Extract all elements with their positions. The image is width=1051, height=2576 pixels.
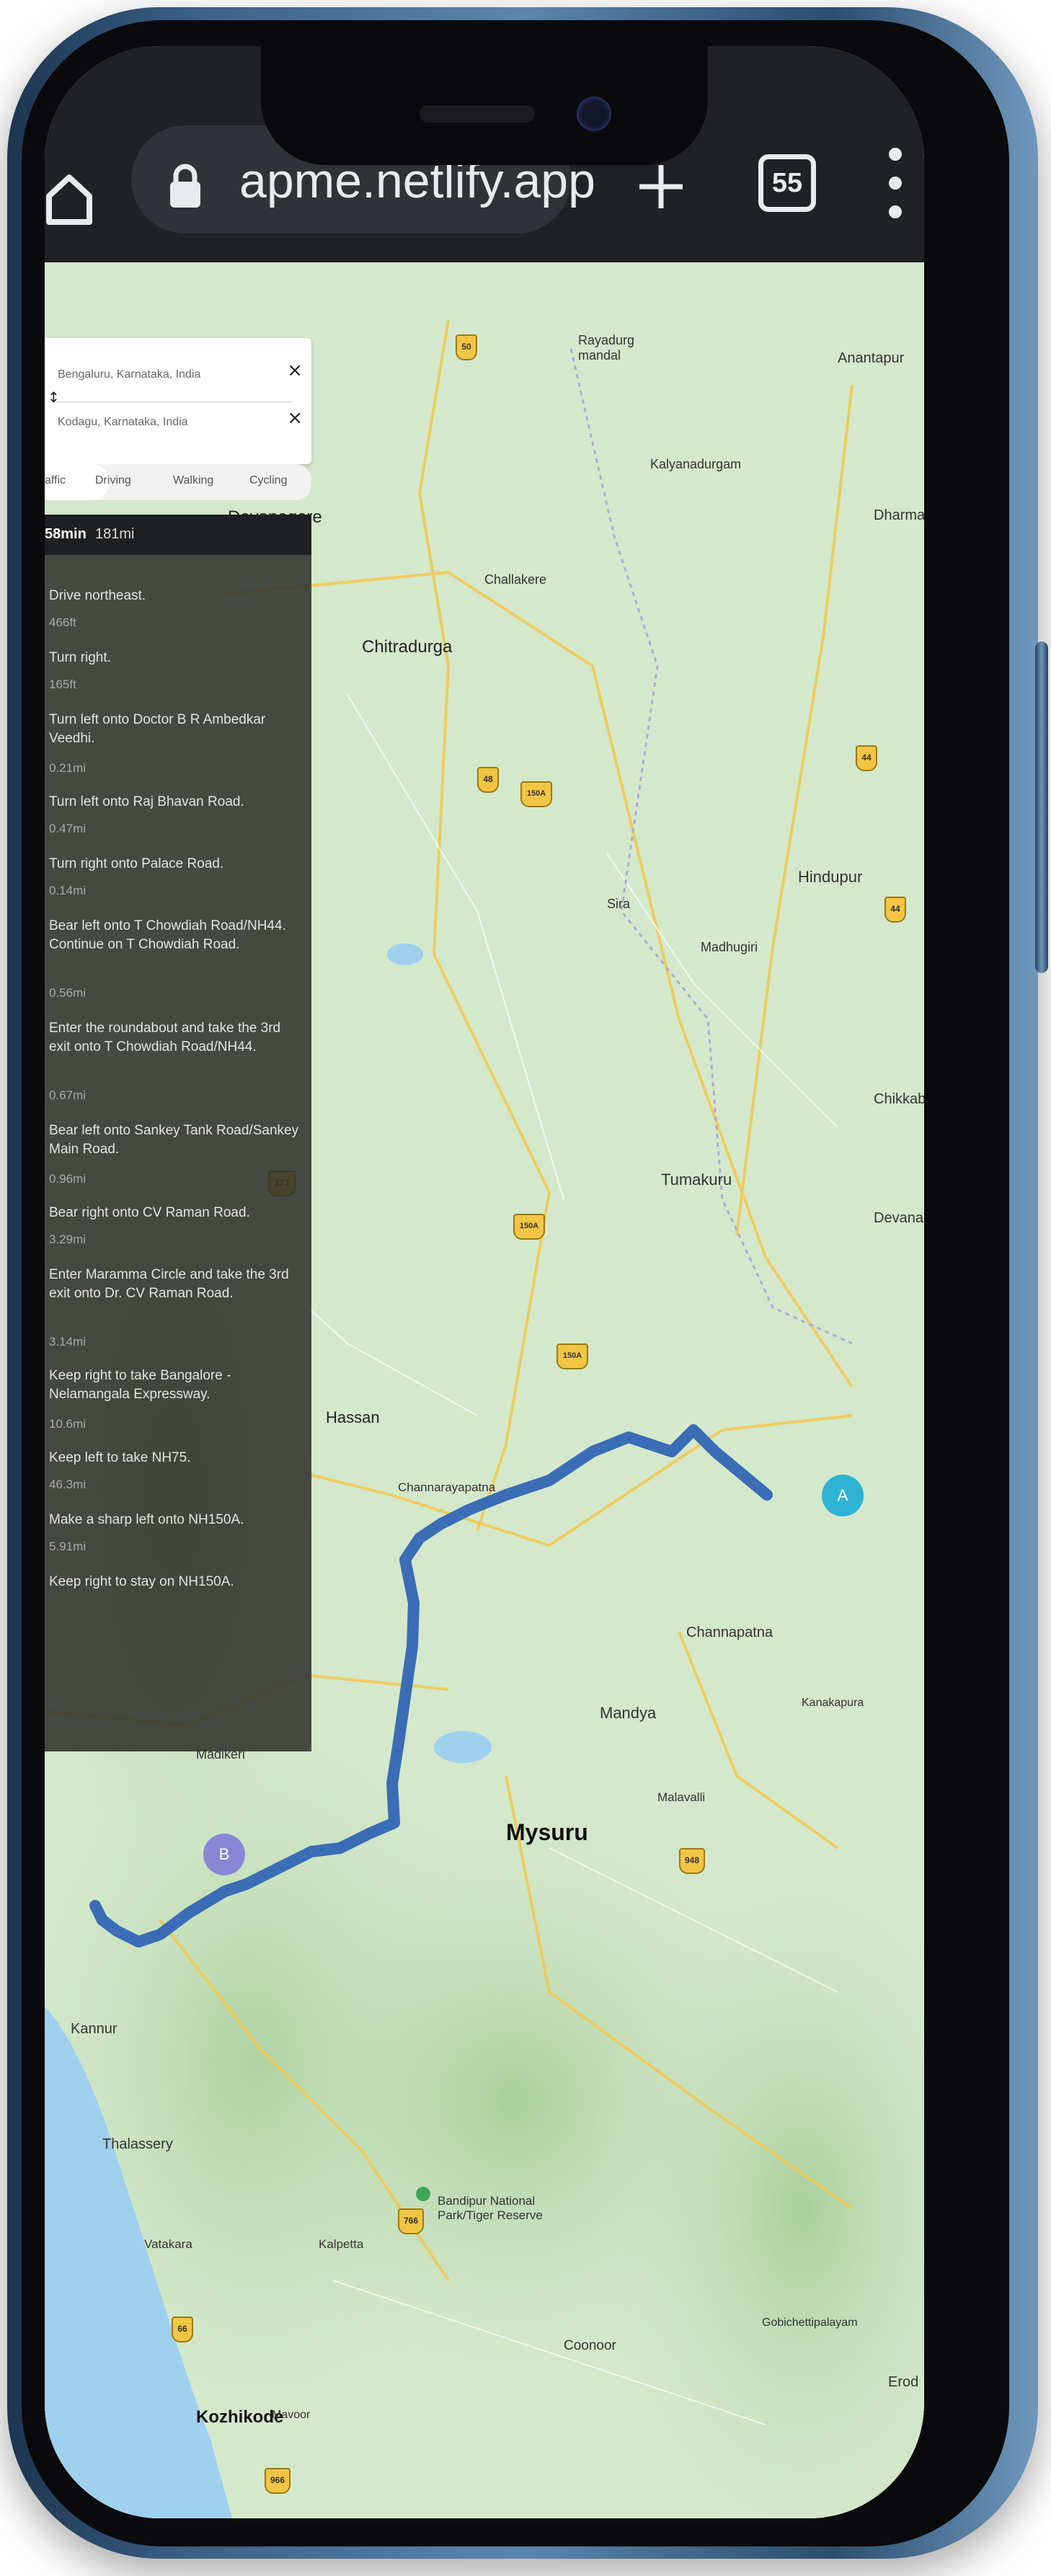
step-instruction[interactable]: Make a sharp left onto NH150A. <box>49 1511 301 1529</box>
clear-destination-icon[interactable]: × <box>287 407 303 429</box>
highway-shield: 50 <box>456 334 477 360</box>
map-label: Mysuru <box>506 1819 588 1845</box>
highway-shield: 150A <box>513 1214 545 1240</box>
map-label: Kanakapura <box>802 1697 864 1709</box>
step-distance: 0.56mi <box>49 986 87 1000</box>
step-instruction[interactable]: Turn left onto Doctor B R Ambedkar Veedh… <box>49 711 301 748</box>
tab-cycling[interactable]: Cycling <box>249 474 287 487</box>
step-distance: 165ft <box>49 678 76 691</box>
route-summary: 58min 181mi <box>45 515 311 555</box>
map-label: Kannur <box>71 2021 117 2037</box>
step-instruction[interactable]: Keep right to stay on NH150A. <box>49 1573 301 1591</box>
route-start-marker[interactable]: A <box>822 1475 864 1516</box>
map-label: Challakere <box>484 572 547 587</box>
map-label: Thalassery <box>102 2136 173 2152</box>
step-distance: 0.47mi <box>49 822 87 835</box>
tab-walking[interactable]: Walking <box>173 474 213 487</box>
highway-shield: 948 <box>679 1848 705 1874</box>
highway-shield: 150A <box>556 1343 588 1369</box>
step-distance: 0.21mi <box>49 761 87 775</box>
phone-screen: apme.netlify.app 55 Chitradurga Challake… <box>45 46 924 2518</box>
highway-shield: 66 <box>172 2317 193 2342</box>
map-label: Kalpetta <box>319 2237 364 2251</box>
lock-icon <box>167 160 203 210</box>
step-distance: 0.67mi <box>49 1088 87 1102</box>
tab-count: 55 <box>771 168 803 198</box>
step-distance: 46.3mi <box>49 1478 87 1491</box>
step-distance: 10.6mi <box>49 1417 87 1431</box>
map-label: Kalyanadurgam <box>650 457 742 471</box>
menu-dots-icon[interactable] <box>884 133 906 234</box>
front-camera <box>577 97 611 131</box>
map-label: Sira <box>607 897 631 911</box>
map-label: Vatakara <box>144 2237 192 2251</box>
highway-shield: 766 <box>398 2208 424 2234</box>
step-distance: 466ft <box>49 616 76 629</box>
step-distance: 5.91mi <box>49 1540 87 1553</box>
step-instruction[interactable]: Turn right onto Palace Road. <box>49 855 301 874</box>
step-instruction[interactable]: Turn left onto Raj Bhavan Road. <box>49 793 301 812</box>
highway-shield: 44 <box>884 897 906 923</box>
map-label: Coonoor <box>564 2338 616 2353</box>
tab-traffic[interactable]: affic <box>45 474 66 487</box>
map-label: Erod <box>888 2374 919 2390</box>
step-instruction[interactable]: Keep right to take Bangalore - Nelamanga… <box>49 1367 301 1404</box>
map-label: Tumakuru <box>661 1171 732 1189</box>
destination-input[interactable]: Kodagu, Karnataka, India <box>58 416 188 429</box>
step-instruction[interactable]: Bear right onto CV Raman Road. <box>49 1204 301 1222</box>
map-label: Malavalli <box>657 1790 706 1804</box>
map-label: Hindupur <box>798 868 863 886</box>
map-label: Mavoor <box>272 2409 311 2421</box>
map-label: Kozhikode <box>196 2407 284 2427</box>
map-label: Madhugiri <box>701 940 758 954</box>
map-label: Channapatna <box>686 1625 773 1640</box>
tab-driving[interactable]: Driving <box>95 474 131 487</box>
step-distance: 0.96mi <box>49 1172 87 1186</box>
step-distance: 3.14mi <box>49 1335 87 1349</box>
earpiece-speaker <box>420 105 535 123</box>
map-label: Chitradurga <box>362 637 453 657</box>
power-button <box>1035 641 1048 973</box>
map-label: Chikkaba <box>874 1091 924 1107</box>
step-instruction[interactable]: Enter Maramma Circle and take the 3rd ex… <box>49 1266 301 1303</box>
step-distance: 3.29mi <box>49 1233 87 1246</box>
highway-shield: 44 <box>856 745 877 771</box>
home-icon[interactable] <box>45 169 95 226</box>
highway-shield: 150A <box>520 781 552 807</box>
origin-input[interactable]: Bengaluru, Karnataka, India <box>58 368 200 381</box>
directions-list: Drive northeast. 466ft Turn right. 165ft… <box>45 555 311 1751</box>
step-instruction[interactable]: Drive northeast. <box>49 587 301 605</box>
route-end-marker[interactable]: B <box>203 1834 245 1875</box>
clear-origin-icon[interactable]: × <box>287 360 303 381</box>
map-label: Rayadurg mandal <box>578 333 635 363</box>
map-view[interactable]: Davanagere Chitradurga Challakere Rayadu… <box>45 262 924 2518</box>
directions-panel: Bengaluru, Karnataka, India × ↕ Kodagu, … <box>45 334 311 1751</box>
map-label: Mandya <box>600 1704 657 1722</box>
step-instruction[interactable]: Turn right. <box>49 649 301 667</box>
travel-mode-tabs: affic Driving Walking Cycling <box>45 464 311 500</box>
new-tab-icon[interactable] <box>636 161 686 212</box>
map-label: Hassan <box>326 1408 380 1426</box>
swap-icon[interactable]: ↕ <box>48 388 60 406</box>
map-label: Channarayapatna <box>398 1480 496 1494</box>
highway-shield: 966 <box>265 2468 291 2494</box>
route-duration: 58min <box>45 526 87 542</box>
step-instruction[interactable]: Keep left to take NH75. <box>49 1449 301 1467</box>
input-divider <box>55 401 293 402</box>
map-label: Anantapur <box>838 350 905 366</box>
map-label: Gobichettipalayam <box>762 2317 858 2329</box>
step-instruction[interactable]: Bear left onto T Chowdiah Road/NH44. Con… <box>49 917 301 954</box>
step-distance: 0.14mi <box>49 884 87 897</box>
route-distance: 181mi <box>95 526 135 542</box>
highway-shield: 48 <box>477 767 499 793</box>
map-label: Dharmava <box>874 507 924 523</box>
map-label: Bandipur National Park/Tiger Reserve <box>438 2194 543 2222</box>
step-instruction[interactable]: Enter the roundabout and take the 3rd ex… <box>49 1019 301 1057</box>
map-label: Devanah <box>874 1210 924 1226</box>
route-inputs: Bengaluru, Karnataka, India × ↕ Kodagu, … <box>45 338 311 464</box>
tab-switcher-button[interactable]: 55 <box>758 154 816 212</box>
step-instruction[interactable]: Bear left onto Sankey Tank Road/Sankey M… <box>49 1122 301 1159</box>
